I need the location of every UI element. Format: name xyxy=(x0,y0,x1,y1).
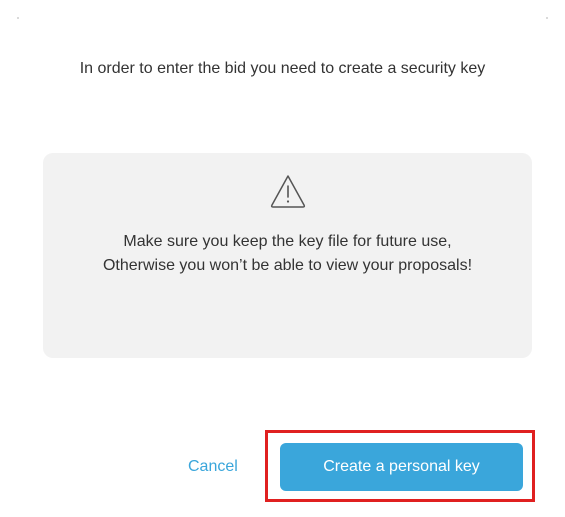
security-key-dialog: In order to enter the bid you need to cr… xyxy=(0,0,565,517)
warning-message: Make sure you keep the key file for futu… xyxy=(102,233,473,274)
cancel-button[interactable]: Cancel xyxy=(188,458,238,476)
warning-triangle-icon xyxy=(268,171,308,211)
corner-dot xyxy=(17,17,19,19)
corner-dot xyxy=(546,17,548,19)
intro-message: In order to enter the bid you need to cr… xyxy=(79,60,486,77)
create-personal-key-button[interactable]: Create a personal key xyxy=(280,443,523,491)
warning-panel: Make sure you keep the key file for futu… xyxy=(43,153,532,358)
